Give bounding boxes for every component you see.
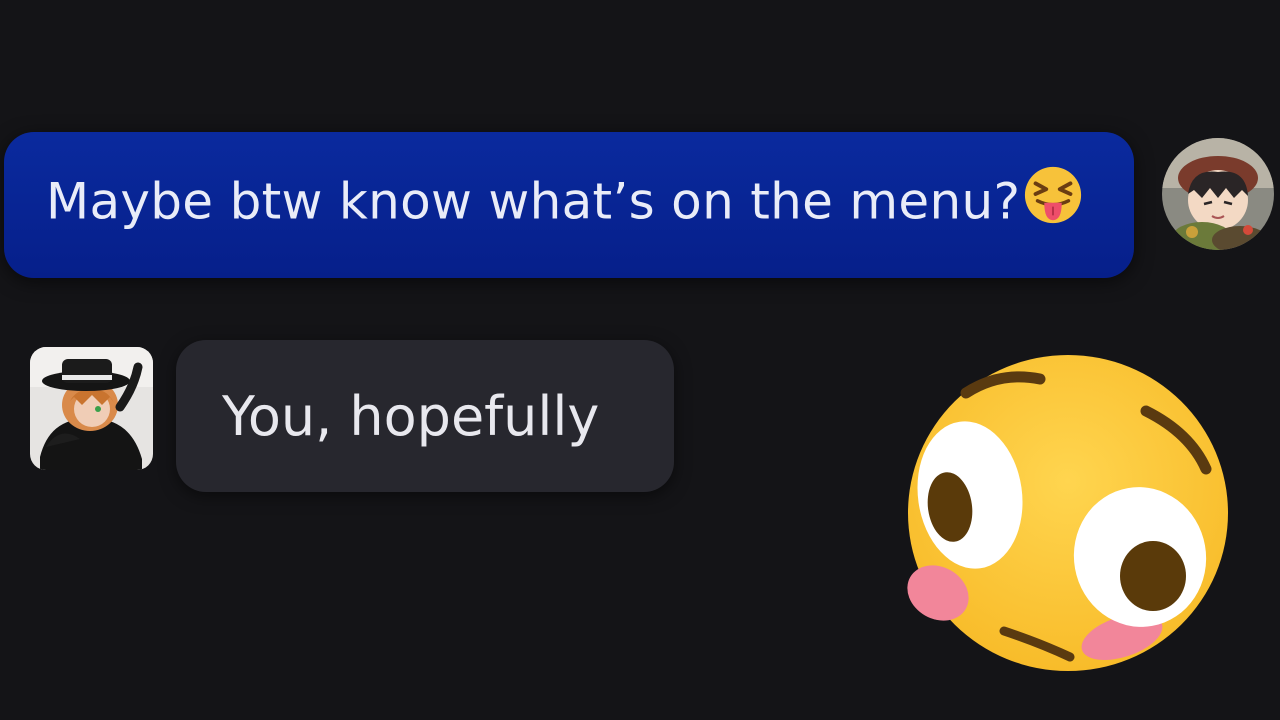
- outgoing-message-bubble[interactable]: Maybe btw know what’s on the menu?: [4, 132, 1134, 278]
- anime-avatar-black-hat-icon: [30, 347, 153, 470]
- incoming-message-bubble[interactable]: You, hopefully: [176, 340, 674, 492]
- flushed-face-icon: [900, 345, 1240, 685]
- outgoing-message-text: Maybe btw know what’s on the menu?: [46, 166, 1084, 242]
- anime-avatar-brown-hat-icon: [1162, 138, 1274, 250]
- recipient-avatar[interactable]: [30, 347, 153, 470]
- sender-avatar[interactable]: [1162, 138, 1274, 250]
- squinting-tongue-emoji-icon: [1022, 164, 1084, 238]
- outgoing-message-text-content: Maybe btw know what’s on the menu?: [46, 172, 1021, 231]
- incoming-message-text: You, hopefully: [222, 384, 600, 448]
- chat-screen: Maybe btw know what’s on the menu? You, …: [0, 0, 1280, 720]
